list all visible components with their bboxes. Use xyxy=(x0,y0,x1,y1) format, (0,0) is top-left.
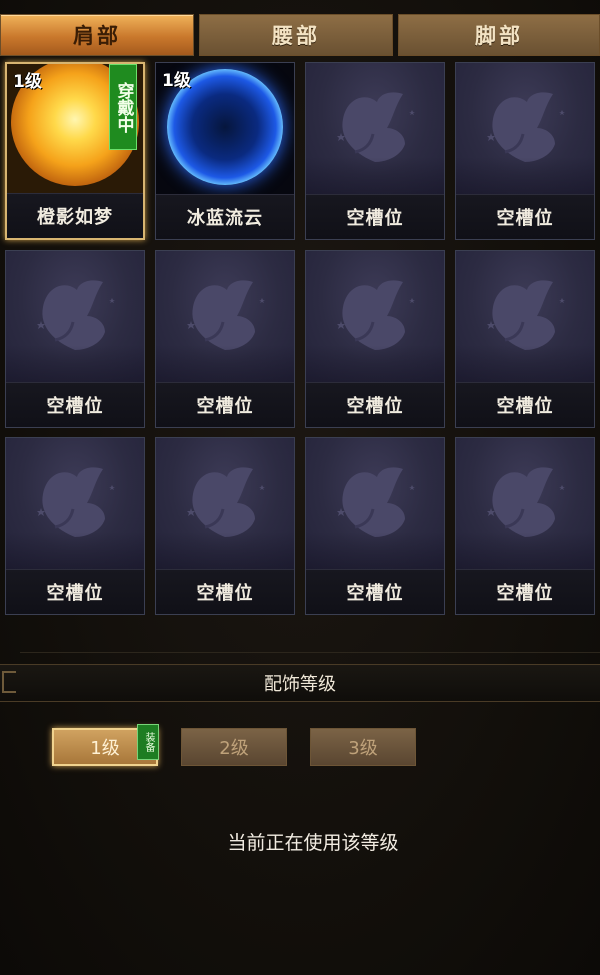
slot-card[interactable]: 1级 穿戴中 橙影如梦 xyxy=(5,62,145,240)
wearing-badge: 穿戴中 xyxy=(109,64,137,150)
butterfly-icon xyxy=(487,280,565,350)
tab-feet[interactable]: 脚部 xyxy=(398,14,600,56)
section-header: 配饰等级 xyxy=(0,664,600,702)
tab-bar: 肩部 腰部 脚部 xyxy=(0,14,600,58)
slot-name: 空槽位 xyxy=(306,194,444,239)
slot-art xyxy=(456,251,594,385)
slot-card[interactable]: 空槽位 xyxy=(305,437,445,615)
wearing-badge-text: 穿戴中 xyxy=(113,81,134,133)
butterfly-icon xyxy=(337,92,415,162)
butterfly-icon xyxy=(187,280,265,350)
slot-art xyxy=(306,63,444,197)
slot-art xyxy=(156,438,294,572)
butterfly-icon xyxy=(337,467,415,537)
slot-card[interactable]: 空槽位 xyxy=(455,250,595,428)
slot-level: 1级 xyxy=(162,71,191,91)
slot-card[interactable]: 空槽位 xyxy=(305,62,445,240)
section-title: 配饰等级 xyxy=(264,674,336,695)
slot-card[interactable]: 空槽位 xyxy=(5,437,145,615)
butterfly-icon xyxy=(37,467,115,537)
slot-art xyxy=(156,251,294,385)
slot-card[interactable]: 空槽位 xyxy=(5,250,145,428)
slot-card[interactable]: 空槽位 xyxy=(455,62,595,240)
slot-name: 空槽位 xyxy=(456,569,594,614)
slot-art xyxy=(456,63,594,197)
butterfly-icon xyxy=(487,92,565,162)
slot-card[interactable]: 空槽位 xyxy=(155,437,295,615)
slot-name: 空槽位 xyxy=(306,569,444,614)
equipped-tag: 装备 xyxy=(137,724,159,760)
slot-art xyxy=(456,438,594,572)
divider xyxy=(20,652,600,653)
level-3-button[interactable]: 3级 xyxy=(310,728,416,766)
slot-name: 冰蓝流云 xyxy=(156,194,294,239)
tab-waist[interactable]: 腰部 xyxy=(199,14,393,56)
slot-art xyxy=(6,438,144,572)
tab-shoulder[interactable]: 肩部 xyxy=(0,14,194,56)
accessory-panel: 肩部 腰部 脚部 1级 穿戴中 橙影如梦 1级 冰蓝流云 空槽位 空槽位 空槽位… xyxy=(0,0,600,975)
slot-card[interactable]: 空槽位 xyxy=(455,437,595,615)
status-text: 当前正在使用该等级 xyxy=(227,832,399,854)
slot-name: 空槽位 xyxy=(6,382,144,427)
slot-name: 空槽位 xyxy=(306,382,444,427)
level-2-button[interactable]: 2级 xyxy=(181,728,287,766)
slot-card[interactable]: 空槽位 xyxy=(155,250,295,428)
slot-name: 空槽位 xyxy=(156,382,294,427)
slot-name: 空槽位 xyxy=(456,194,594,239)
slot-level: 1级 xyxy=(13,72,42,92)
slot-card[interactable]: 空槽位 xyxy=(305,250,445,428)
slot-name: 空槽位 xyxy=(156,569,294,614)
slot-name: 空槽位 xyxy=(6,569,144,614)
butterfly-icon xyxy=(37,280,115,350)
butterfly-icon xyxy=(187,467,265,537)
butterfly-icon xyxy=(337,280,415,350)
slot-card[interactable]: 1级 冰蓝流云 xyxy=(155,62,295,240)
slot-art xyxy=(6,251,144,385)
slot-art xyxy=(306,438,444,572)
slot-art xyxy=(306,251,444,385)
equipped-tag-text: 装备 xyxy=(143,732,154,752)
slot-name: 空槽位 xyxy=(456,382,594,427)
slot-name: 橙影如梦 xyxy=(7,193,143,238)
butterfly-icon xyxy=(487,467,565,537)
